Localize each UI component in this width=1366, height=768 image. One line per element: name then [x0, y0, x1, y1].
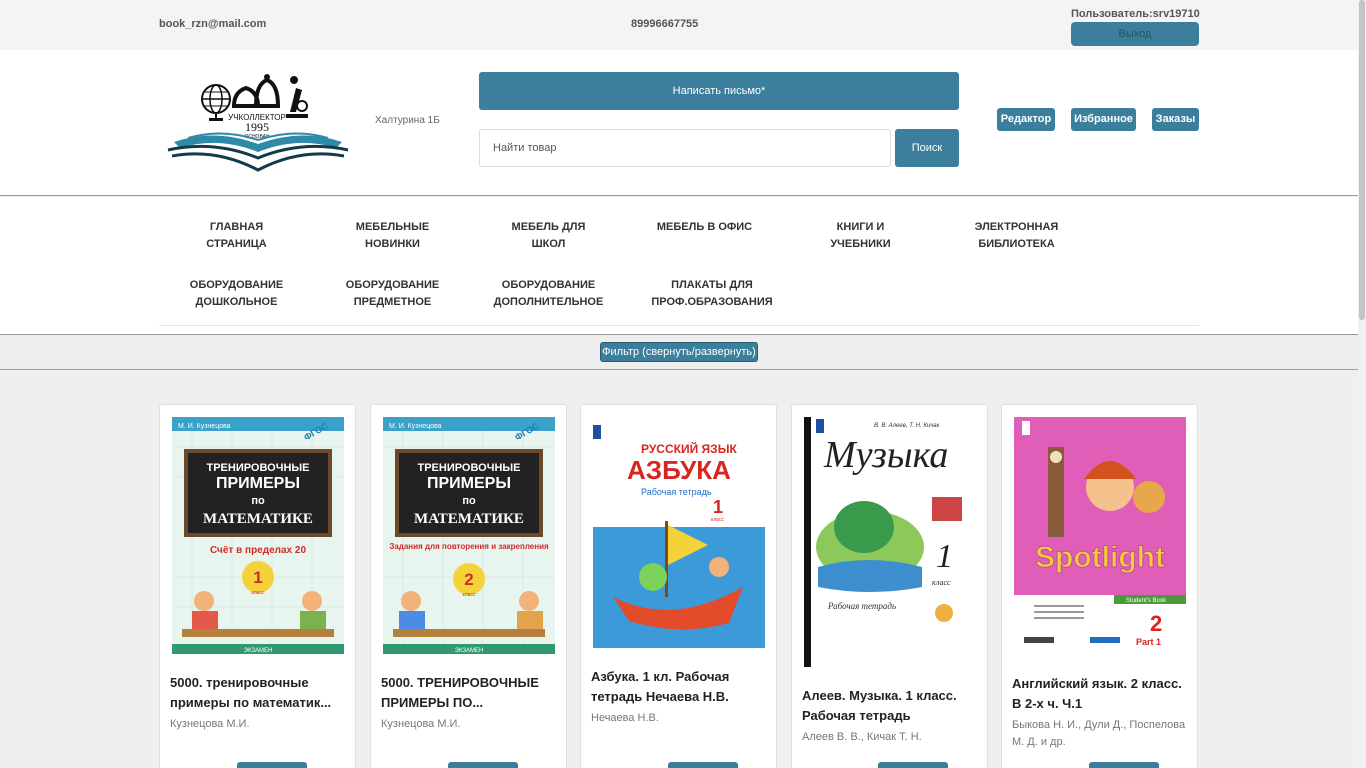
svg-text:2: 2: [1150, 611, 1162, 636]
store-address: Халтурина 1Б: [375, 115, 440, 126]
svg-text:класс: класс: [711, 517, 724, 523]
svg-text:по: по: [462, 495, 476, 507]
svg-text:1: 1: [936, 538, 953, 575]
user-label: Пользователь:srv19710: [1071, 8, 1200, 20]
nav-additional-equipment[interactable]: ОБОРУДОВАНИЕ ДОПОЛНИТЕЛЬНОЕ: [471, 277, 626, 311]
svg-text:по: по: [251, 495, 265, 507]
svg-text:Student's Book: Student's Book: [1126, 598, 1167, 604]
svg-text:Задания для повторения и закре: Задания для повторения и закрепления: [389, 542, 549, 551]
add-to-cart-button[interactable]: [448, 762, 518, 768]
product-title[interactable]: Азбука. 1 кл. Рабочая тетрадь Нечаева Н.…: [591, 667, 766, 707]
filter-bar: Фильтр (свернуть/развернуть): [0, 335, 1358, 370]
svg-text:М. И. Кузнецова: М. И. Кузнецова: [389, 423, 442, 430]
svg-text:ТРЕНИРОВОЧНЫЕ: ТРЕНИРОВОЧНЫЕ: [207, 462, 310, 474]
nav-books[interactable]: КНИГИ И УЧЕБНИКИ: [783, 219, 938, 253]
svg-text:МАТЕМАТИКЕ: МАТЕМАТИКЕ: [414, 511, 524, 527]
add-to-cart-button[interactable]: [668, 762, 738, 768]
svg-text:ПРИМЕРЫ: ПРИМЕРЫ: [216, 475, 300, 492]
svg-text:2: 2: [464, 570, 473, 589]
product-title[interactable]: 5000. тренировочные примеры по математик…: [170, 673, 345, 713]
product-author: Кузнецова М.И.: [170, 718, 250, 730]
svg-text:Part 1: Part 1: [1136, 637, 1161, 647]
book-cover-image[interactable]: В. В. Алеев, Т. Н. Кичак Музыка 1 класс …: [804, 417, 976, 667]
svg-text:Рабочая тетрадь: Рабочая тетрадь: [827, 601, 896, 611]
svg-text:1: 1: [713, 497, 723, 517]
nav-subject-equipment[interactable]: ОБОРУДОВАНИЕ ПРЕДМЕТНОЕ: [315, 277, 470, 311]
product-author: Кузнецова М.И.: [381, 718, 461, 730]
svg-text:Музыка: Музыка: [823, 434, 948, 476]
add-to-cart-button[interactable]: [237, 762, 307, 768]
svg-text:ЭКЗАМЕН: ЭКЗАМЕН: [455, 648, 484, 654]
page-scrollbar-thumb[interactable]: [1359, 0, 1365, 320]
nav-office-furniture[interactable]: МЕБЕЛЬ В ОФИС: [627, 219, 782, 236]
book-cover-image[interactable]: РУССКИЙ ЯЗЫК АЗБУКА Рабочая тетрадь 1 кл…: [593, 417, 765, 648]
svg-text:В. В. Алеев, Т. Н. Кичак: В. В. Алеев, Т. Н. Кичак: [874, 423, 941, 429]
svg-text:Рабочая тетрадь: Рабочая тетрадь: [641, 487, 712, 497]
nav-home[interactable]: ГЛАВНАЯ СТРАНИЦА: [159, 219, 314, 253]
favorites-button[interactable]: Избранное: [1071, 108, 1136, 131]
svg-text:МАТЕМАТИКЕ: МАТЕМАТИКЕ: [203, 511, 313, 527]
book-cover-image[interactable]: М. И. Кузнецова ФГОС ТРЕНИРОВОЧНЫЕ ПРИМЕ…: [172, 417, 344, 654]
product-card[interactable]: Spotlight Student's Book 2 Part 1 Англий…: [1001, 404, 1198, 768]
write-letter-button[interactable]: Написать письмо*: [479, 72, 959, 110]
logout-button[interactable]: Выход: [1071, 22, 1199, 46]
product-title[interactable]: Английский язык. 2 класс. В 2-х ч. Ч.1: [1012, 674, 1187, 714]
nav-divider: [159, 325, 1199, 326]
contact-phone[interactable]: 89996667755: [631, 18, 698, 30]
site-header: УЧКОЛЛЕКТОР 1995 ОСНОВАН Халтурина 1Б На…: [0, 50, 1358, 196]
product-card[interactable]: М. И. Кузнецова ФГОС ТРЕНИРОВОЧНЫЕ ПРИМЕ…: [370, 404, 567, 768]
nav-e-library[interactable]: ЭЛЕКТРОННАЯ БИБЛИОТЕКА: [939, 219, 1094, 253]
nav-school-furniture[interactable]: МЕБЕЛЬ ДЛЯ ШКОЛ: [471, 219, 626, 253]
svg-text:ЭКЗАМЕН: ЭКЗАМЕН: [244, 648, 273, 654]
book-cover-image[interactable]: Spotlight Student's Book 2 Part 1: [1014, 417, 1186, 650]
nav-posters[interactable]: ПЛАКАТЫ ДЛЯ ПРОФ.ОБРАЗОВАНИЯ: [627, 277, 797, 311]
product-card[interactable]: М. И. Кузнецова ФГОС ТРЕНИРОВОЧНЫЕ ПРИМЕ…: [159, 404, 356, 768]
svg-text:класс: класс: [932, 578, 951, 587]
uchkollektor-logo[interactable]: УЧКОЛЛЕКТОР 1995 ОСНОВАН: [164, 72, 352, 172]
contact-email[interactable]: book_rzn@mail.com: [159, 18, 266, 30]
svg-text:ПРИМЕРЫ: ПРИМЕРЫ: [427, 475, 511, 492]
search-input[interactable]: [479, 129, 891, 167]
svg-text:1: 1: [253, 568, 262, 587]
svg-text:АЗБУКА: АЗБУКА: [627, 455, 731, 485]
orders-button[interactable]: Заказы: [1152, 108, 1199, 131]
product-author: Быкова Н. И., Дули Д., Поспелова М. Д. и…: [1012, 719, 1186, 748]
nav-furniture-new[interactable]: МЕБЕЛЬНЫЕ НОВИНКИ: [315, 219, 470, 253]
top-bar: book_rzn@mail.com 89996667755 Пользовате…: [0, 0, 1358, 50]
svg-text:Счёт в пределах 20: Счёт в пределах 20: [210, 545, 306, 556]
svg-text:Spotlight: Spotlight: [1035, 541, 1165, 574]
nav-preschool-equipment[interactable]: ОБОРУДОВАНИЕ ДОШКОЛЬНОЕ: [159, 277, 314, 311]
svg-text:РУССКИЙ ЯЗЫК: РУССКИЙ ЯЗЫК: [641, 441, 737, 456]
editor-button[interactable]: Редактор: [997, 108, 1055, 131]
product-card[interactable]: В. В. Алеев, Т. Н. Кичак Музыка 1 класс …: [791, 404, 988, 768]
main-nav: ГЛАВНАЯ СТРАНИЦА МЕБЕЛЬНЫЕ НОВИНКИ МЕБЕЛ…: [0, 197, 1358, 335]
filter-toggle-button[interactable]: Фильтр (свернуть/развернуть): [600, 342, 758, 362]
svg-text:1995: 1995: [245, 120, 269, 134]
product-author: Нечаева Н.В.: [591, 712, 659, 724]
book-cover-image[interactable]: М. И. Кузнецова ФГОС ТРЕНИРОВОЧНЫЕ ПРИМЕ…: [383, 417, 555, 654]
product-title[interactable]: Алеев. Музыка. 1 класс. Рабочая тетрадь: [802, 686, 977, 726]
svg-text:М. И. Кузнецова: М. И. Кузнецова: [178, 423, 231, 430]
svg-text:ТРЕНИРОВОЧНЫЕ: ТРЕНИРОВОЧНЫЕ: [418, 462, 521, 474]
add-to-cart-button[interactable]: [1089, 762, 1159, 768]
search-button[interactable]: Поиск: [895, 129, 959, 167]
product-card[interactable]: РУССКИЙ ЯЗЫК АЗБУКА Рабочая тетрадь 1 кл…: [580, 404, 777, 768]
svg-text:класс: класс: [463, 592, 476, 598]
svg-text:класс: класс: [252, 590, 265, 596]
product-author: Алеев В. В., Кичак Т. Н.: [802, 731, 922, 743]
add-to-cart-button[interactable]: [878, 762, 948, 768]
product-title[interactable]: 5000. ТРЕНИРОВОЧНЫЕ ПРИМЕРЫ ПО...: [381, 673, 556, 713]
